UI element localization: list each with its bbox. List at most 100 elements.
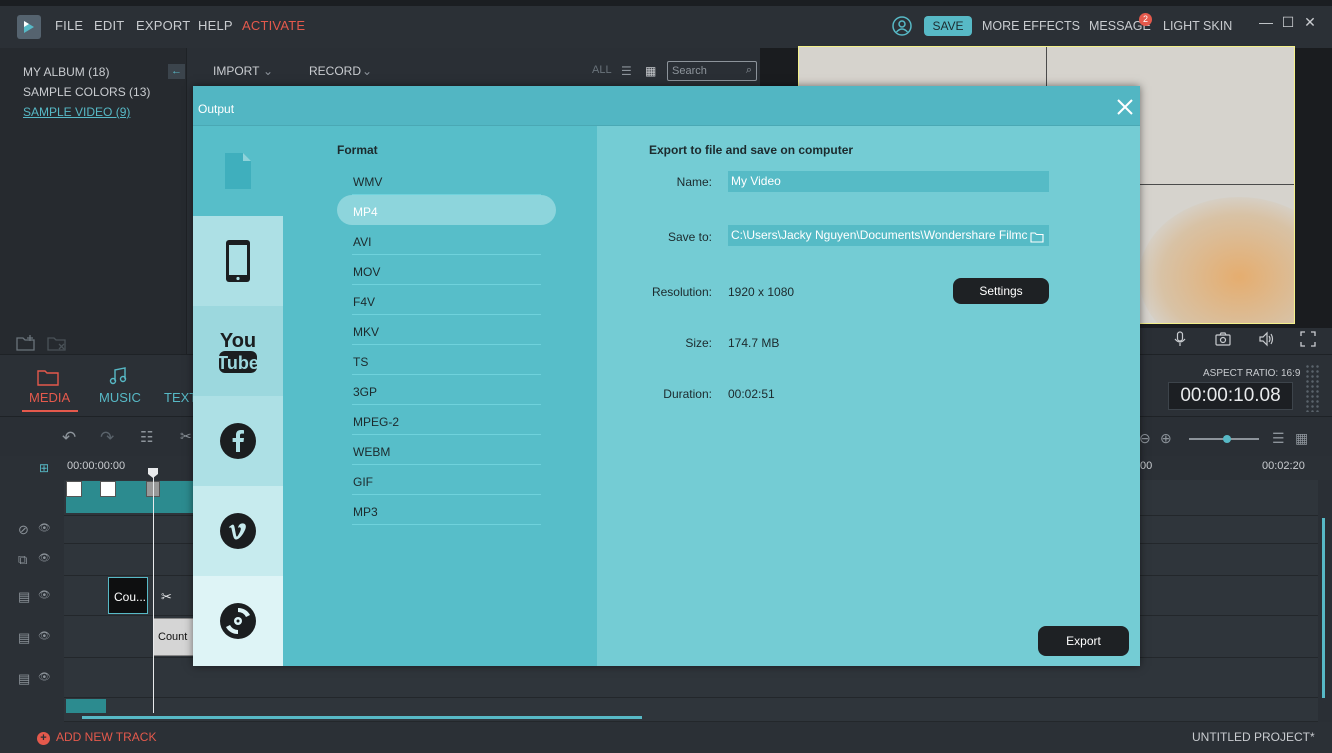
filter-all[interactable]: ALL <box>592 64 612 76</box>
album-item-sample-colors[interactable]: SAMPLE COLORS (13) <box>23 85 150 99</box>
tab-dvd[interactable] <box>193 576 283 666</box>
eye-icon[interactable]: 👁 <box>38 523 51 534</box>
timeline-vertical-scrollbar[interactable] <box>1322 518 1325 698</box>
title-clip[interactable]: Cou... <box>108 577 148 614</box>
search-icon[interactable]: ⌕ <box>746 64 752 77</box>
tab-facebook[interactable] <box>193 396 283 486</box>
format-item-mpeg-2[interactable]: MPEG-2 <box>337 405 557 435</box>
eye-icon[interactable]: 👁 <box>38 672 51 683</box>
album-item-my-album[interactable]: MY ALBUM (18) <box>23 65 109 79</box>
menu-activate[interactable]: ACTIVATE <box>242 18 305 33</box>
microphone-icon[interactable] <box>1172 331 1188 347</box>
zoom-in-icon[interactable]: ⊕ <box>1160 430 1172 447</box>
eye-icon[interactable]: 👁 <box>38 553 51 564</box>
format-list: WMV MP4 AVI MOV F4V MKV TS 3GP MPEG-2 WE… <box>337 165 557 525</box>
minimize-icon[interactable]: — <box>1258 14 1274 32</box>
add-folder-icon[interactable] <box>16 334 36 352</box>
light-skin-link[interactable]: LIGHT SKIN <box>1163 19 1232 33</box>
menu-edit[interactable]: EDIT <box>94 18 124 33</box>
tab-local-file[interactable] <box>193 126 283 216</box>
project-name: UNTITLED PROJECT* <box>1192 730 1315 744</box>
drag-handle-icon[interactable] <box>1305 364 1319 412</box>
fullscreen-icon[interactable] <box>1300 331 1316 347</box>
tab-vimeo[interactable] <box>193 486 283 576</box>
user-icon[interactable] <box>892 16 912 36</box>
size-value: 174.7 MB <box>728 336 780 350</box>
output-dialog: Output You Tube Format WMV MP4 AVI MOV F4… <box>193 86 1140 666</box>
zoom-out-icon[interactable]: ⊖ <box>1139 430 1151 447</box>
menu-help[interactable]: HELP <box>198 18 233 33</box>
album-item-sample-video[interactable]: SAMPLE VIDEO (9) <box>23 105 130 119</box>
format-item-mp3[interactable]: MP3 <box>337 495 557 525</box>
format-item-f4v[interactable]: F4V <box>337 285 557 315</box>
tab-youtube[interactable]: You Tube <box>193 306 283 396</box>
format-item-webm[interactable]: WEBM <box>337 435 557 465</box>
film-icon: ▤ <box>18 589 31 604</box>
film-icon: ▤ <box>18 671 31 686</box>
tab-media[interactable]: MEDIA <box>29 390 70 405</box>
tab-music[interactable]: MUSIC <box>99 390 141 405</box>
output-target-sidebar: You Tube <box>193 126 283 666</box>
grid-view-icon[interactable]: ▦ <box>1295 430 1308 447</box>
export-button[interactable]: Export <box>1038 626 1129 656</box>
browse-folder-icon[interactable] <box>1030 230 1044 243</box>
snapshot-camera-icon[interactable] <box>1215 331 1231 347</box>
zoom-slider-handle[interactable] <box>1223 435 1231 443</box>
save-path-field[interactable]: C:\Users\Jacky Nguyen\Documents\Wondersh… <box>728 225 1049 246</box>
scissors-icon[interactable]: ✂ <box>161 589 172 605</box>
maximize-icon[interactable]: ☐ <box>1280 14 1296 32</box>
add-new-track-button[interactable]: + ADD NEW TRACK <box>37 730 156 745</box>
plus-icon: + <box>37 732 50 745</box>
list-view-icon[interactable]: ☰ <box>621 64 632 78</box>
redo-icon[interactable]: ↷ <box>100 428 114 448</box>
cut-icon[interactable]: ✂ <box>180 428 192 445</box>
grid-view-icon[interactable]: ▦ <box>645 64 656 78</box>
menu-export[interactable]: EXPORT <box>136 18 190 33</box>
export-heading: Export to file and save on computer <box>649 143 854 157</box>
tab-device[interactable] <box>193 216 283 306</box>
eye-icon[interactable]: 👁 <box>38 631 51 642</box>
save-button[interactable]: SAVE <box>924 16 972 36</box>
eye-icon[interactable]: 👁 <box>38 590 51 601</box>
format-item-gif[interactable]: GIF <box>337 465 557 495</box>
app-logo-icon <box>17 15 41 39</box>
volume-icon[interactable] <box>1258 331 1274 347</box>
name-field[interactable]: My Video <box>728 171 1049 192</box>
close-window-icon[interactable]: ✕ <box>1302 14 1318 32</box>
settings-button[interactable]: Settings <box>953 278 1049 304</box>
search-input[interactable]: Search ⌕ <box>667 61 757 81</box>
collapse-arrow-icon[interactable]: ← <box>168 64 185 79</box>
timeline-horizontal-scrollbar[interactable] <box>82 716 642 719</box>
message-count-badge: 2 <box>1139 13 1152 26</box>
chevron-down-icon[interactable]: ⌄ <box>362 64 372 78</box>
resolution-label: Resolution: <box>651 285 712 299</box>
text-clip[interactable]: Count <box>153 618 197 656</box>
chevron-down-icon[interactable]: ⌄ <box>263 64 273 78</box>
more-effects-link[interactable]: MORE EFFECTS <box>982 19 1080 33</box>
video-clip[interactable] <box>66 481 196 513</box>
ruler-end-time: 00:02:20 <box>1262 460 1305 472</box>
format-item-ts[interactable]: TS <box>337 345 557 375</box>
adjust-icon[interactable]: ☷ <box>140 428 153 446</box>
menu-file[interactable]: FILE <box>55 18 83 33</box>
format-item-mov[interactable]: MOV <box>337 255 557 285</box>
playhead[interactable] <box>153 468 154 713</box>
track-settings-icon[interactable]: ⊞ <box>39 461 49 475</box>
overlay-icon: ⧉ <box>18 552 28 567</box>
menu-bar: FILE EDIT EXPORT HELP ACTIVATE SAVE MORE… <box>0 0 1332 48</box>
music-clip[interactable] <box>66 699 106 713</box>
size-label: Size: <box>685 336 712 350</box>
remove-folder-icon[interactable] <box>47 334 67 352</box>
close-icon[interactable] <box>1116 98 1134 116</box>
record-dropdown[interactable]: RECORD <box>309 64 361 78</box>
import-dropdown[interactable]: IMPORT <box>213 64 259 78</box>
preview-timecode: 00:00:10.08 <box>1168 382 1293 410</box>
format-item-wmv[interactable]: WMV <box>337 165 557 195</box>
format-item-3gp[interactable]: 3GP <box>337 375 557 405</box>
undo-icon[interactable]: ↶ <box>62 428 76 448</box>
format-item-mp4[interactable]: MP4 <box>337 195 556 225</box>
status-bar <box>0 722 1332 753</box>
format-item-mkv[interactable]: MKV <box>337 315 557 345</box>
list-view-icon[interactable]: ☰ <box>1272 430 1285 447</box>
format-item-avi[interactable]: AVI <box>337 225 557 255</box>
